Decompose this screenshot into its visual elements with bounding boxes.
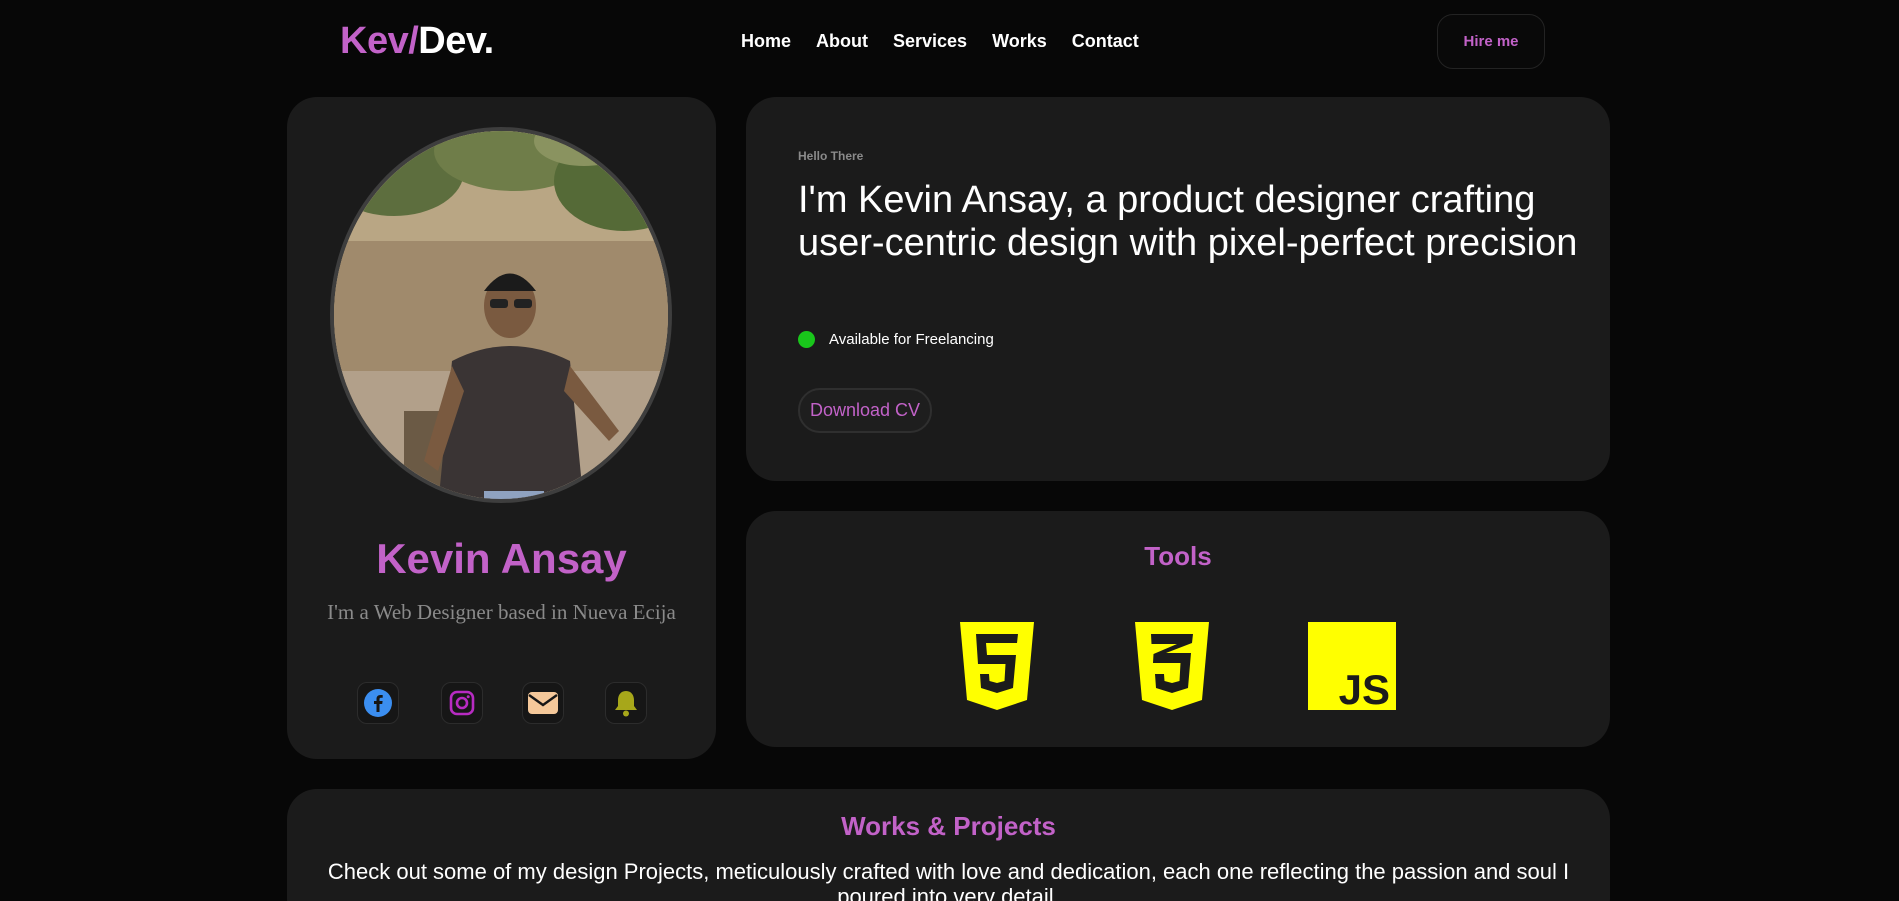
instagram-link[interactable] (441, 682, 483, 724)
bell-icon (615, 691, 637, 717)
nav-contact[interactable]: Contact (1072, 31, 1139, 52)
css3-tool (1133, 622, 1211, 715)
javascript-tool: JS (1308, 622, 1396, 715)
status-dot-icon (798, 331, 815, 348)
notification-link[interactable] (605, 682, 647, 724)
instagram-icon (449, 690, 475, 716)
logo[interactable]: Kev/Dev. (340, 22, 494, 60)
main-nav: Home About Services Works Contact (741, 31, 1164, 52)
profile-card: Kevin Ansay I'm a Web Designer based in … (287, 97, 716, 759)
works-card: Works & Projects Check out some of my de… (287, 789, 1610, 901)
intro-eyebrow: Hello There (798, 149, 864, 163)
intro-card: Hello There I'm Kevin Ansay, a product d… (746, 97, 1610, 481)
works-description: Check out some of my design Projects, me… (327, 859, 1570, 901)
facebook-icon (364, 689, 392, 717)
nav-home[interactable]: Home (741, 31, 791, 52)
availability-status: Available for Freelancing (798, 331, 994, 348)
tools-title: Tools (1144, 541, 1212, 571)
download-cv-button[interactable]: Download CV (798, 388, 932, 433)
nav-about[interactable]: About (816, 31, 868, 52)
html5-tool (958, 622, 1036, 715)
nav-services[interactable]: Services (893, 31, 967, 52)
tools-card: Tools JS (746, 511, 1610, 747)
logo-part-1: Kev/ (340, 20, 419, 62)
svg-text:JS: JS (1339, 666, 1390, 710)
hire-me-button[interactable]: Hire me (1437, 14, 1545, 69)
availability-label: Available for Freelancing (829, 331, 994, 348)
facebook-link[interactable] (357, 682, 399, 724)
javascript-icon: JS (1308, 622, 1396, 713)
html5-icon (960, 622, 1034, 710)
email-link[interactable] (522, 682, 564, 724)
profile-name: Kevin Ansay (376, 535, 627, 582)
nav-works[interactable]: Works (992, 31, 1047, 52)
logo-part-2: Dev. (418, 20, 494, 62)
mail-icon (528, 692, 558, 714)
profile-bio: I'm a Web Designer based in Nueva Ecija (327, 600, 676, 624)
avatar (330, 127, 672, 503)
works-title: Works & Projects (841, 811, 1056, 841)
avatar-photo (334, 131, 668, 499)
css3-icon (1135, 622, 1209, 710)
intro-headline: I'm Kevin Ansay, a product designer craf… (798, 179, 1578, 264)
